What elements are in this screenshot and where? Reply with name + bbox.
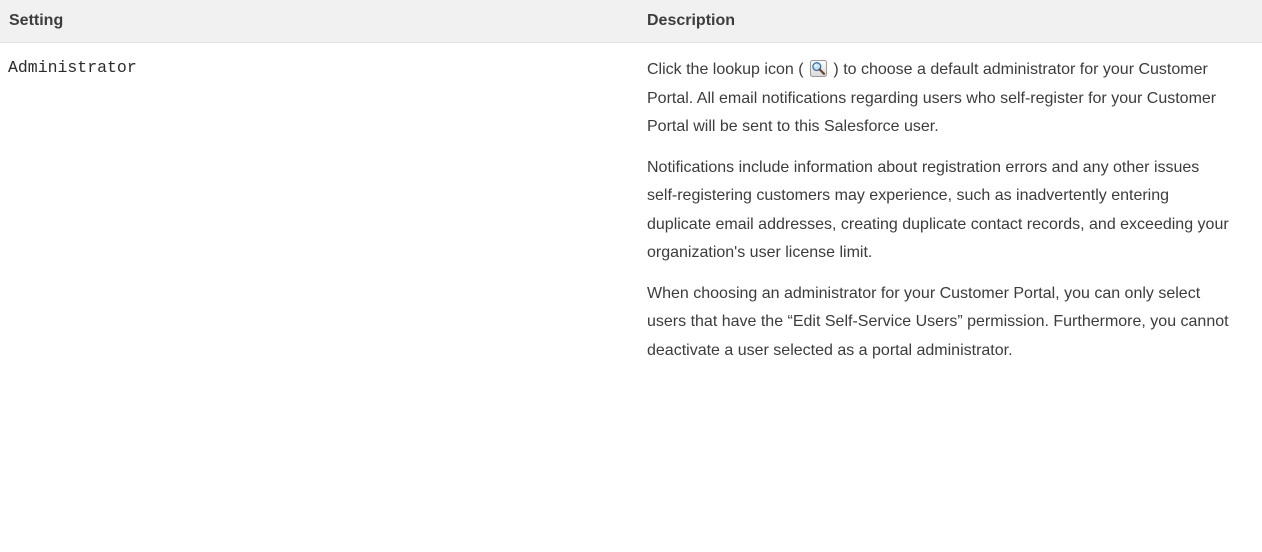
description-cell: Click the lookup icon ( ) to choose a de… (638, 43, 1262, 378)
table-header-row: Setting Description (0, 0, 1262, 43)
column-header-description: Description (638, 0, 1262, 43)
lookup-icon (809, 60, 827, 77)
description-paragraph-1: Click the lookup icon ( ) to choose a de… (647, 56, 1232, 142)
settings-table: Setting Description Administrator Click … (0, 0, 1262, 377)
setting-name: Administrator (8, 58, 137, 77)
setting-cell: Administrator (0, 43, 638, 378)
table-row: Administrator Click the lookup icon () … (0, 43, 1262, 378)
column-header-setting: Setting (0, 0, 638, 43)
description-paragraph-2: Notifications include information about … (647, 158, 1229, 262)
description-text-before-icon: Click the lookup icon ( (647, 61, 804, 78)
description-paragraph-3: When choosing an administrator for your … (647, 284, 1229, 359)
